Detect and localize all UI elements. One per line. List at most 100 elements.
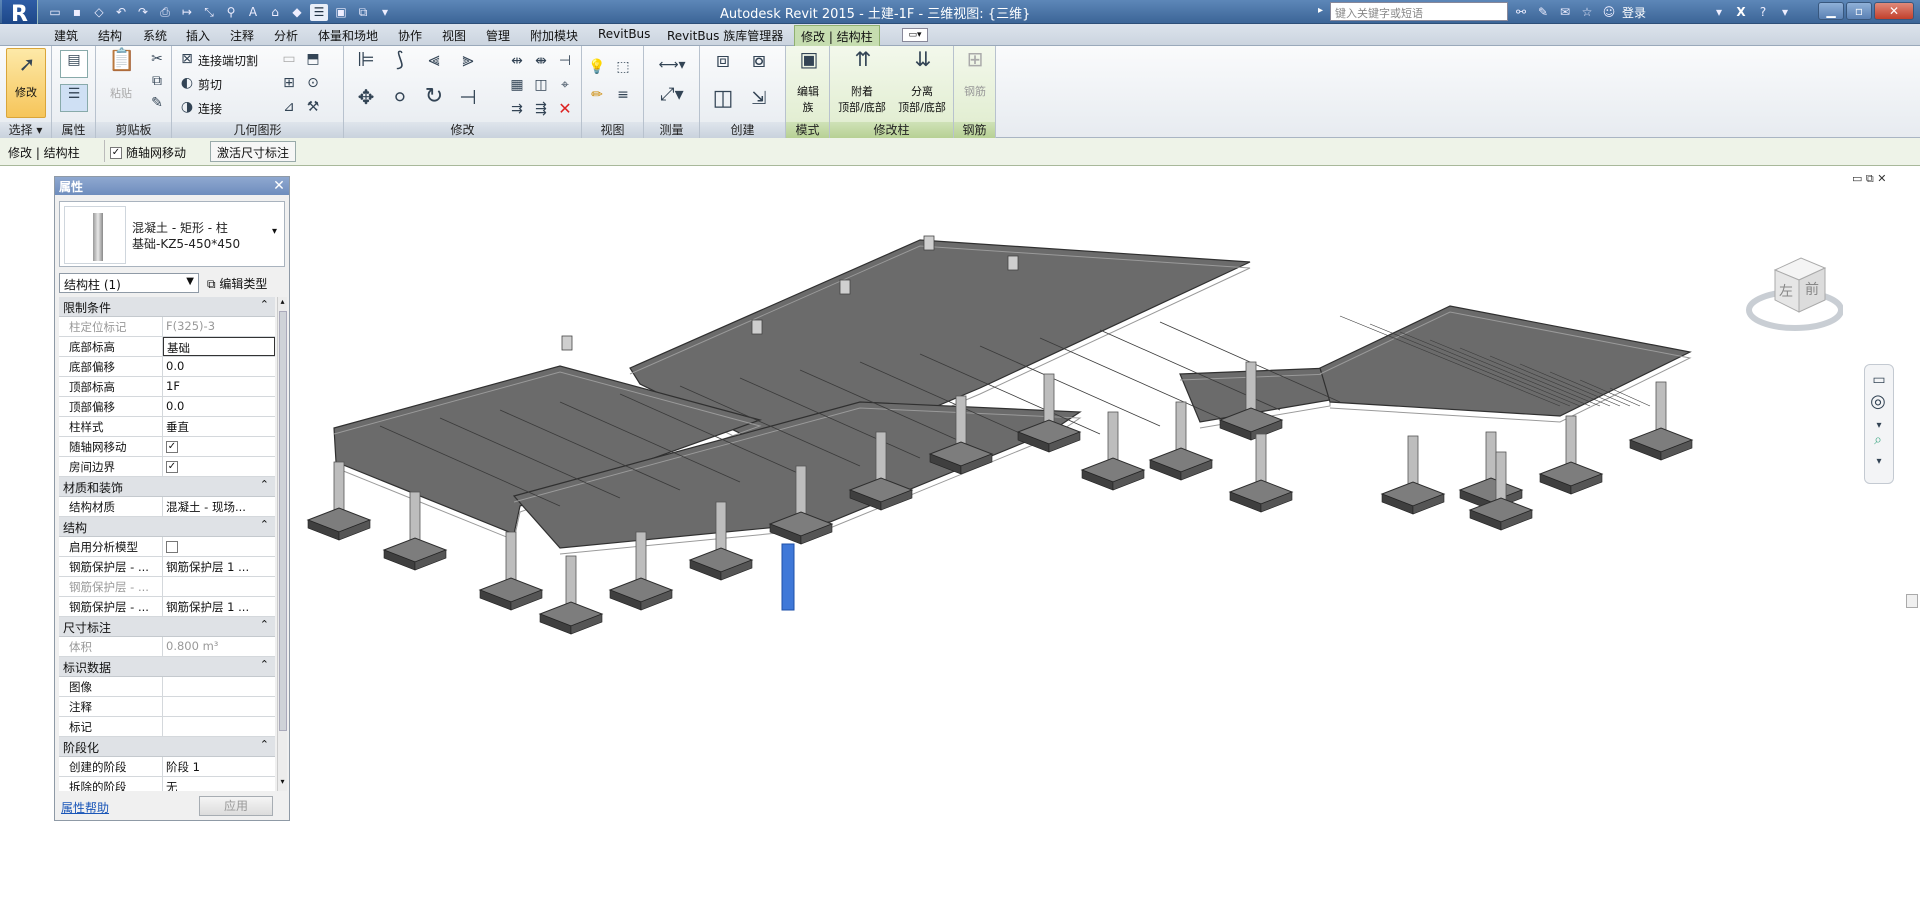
3d-view-icon[interactable]: ⌂	[266, 4, 284, 21]
tab-addins[interactable]: 附加模块	[530, 27, 578, 44]
array-icon[interactable]: ▦	[508, 76, 526, 94]
edit-family-icon[interactable]: ▣	[796, 49, 822, 76]
property-value[interactable]: 基础	[163, 337, 275, 356]
attach-label-1[interactable]: 附着	[832, 84, 892, 100]
exchange-icon[interactable]: X	[1732, 4, 1750, 21]
property-group-header[interactable]: 材质和装饰 ⌃	[59, 477, 275, 497]
join-geometry-label[interactable]: 连接	[198, 100, 222, 117]
trim-extend-icon[interactable]: ⊣	[454, 87, 482, 116]
property-value[interactable]: ✓	[163, 437, 275, 456]
property-value[interactable]: 1F	[163, 377, 275, 396]
property-value[interactable]: 混凝土 - 现场...	[163, 497, 275, 516]
tag-icon[interactable]: ⚲	[222, 4, 240, 21]
communication-icon[interactable]: ✉	[1556, 4, 1574, 21]
tab-architecture[interactable]: 建筑	[54, 27, 78, 44]
search-expand-icon[interactable]: ▸	[1318, 5, 1323, 16]
view-close-icon[interactable]: ✕	[1877, 172, 1886, 185]
trim-single-icon[interactable]: ⇶	[532, 100, 550, 118]
property-value[interactable]: 阶段 1	[163, 757, 275, 776]
customize-qat-icon[interactable]: ▾	[376, 4, 394, 21]
thin-lines-icon[interactable]: ☰	[310, 3, 328, 21]
detach-label-2[interactable]: 顶部/底部	[892, 100, 952, 116]
properties-icon[interactable]: ☰	[60, 84, 88, 112]
cut-join-label[interactable]: 连接端切割	[198, 52, 258, 69]
scroll-down-icon[interactable]: ▾	[278, 777, 287, 789]
aligned-dimension-icon[interactable]: ⤢▾	[652, 86, 692, 104]
property-group-header[interactable]: 尺寸标注 ⌃	[59, 617, 275, 637]
scroll-thumb[interactable]	[279, 311, 287, 731]
apply-button[interactable]: 应用	[199, 796, 273, 816]
split-gap-icon[interactable]: ⇼	[532, 52, 550, 70]
close-window-button[interactable]: ✕	[1874, 2, 1914, 20]
property-checkbox[interactable]: ✓	[166, 441, 178, 453]
property-value[interactable]	[163, 677, 275, 696]
save-icon[interactable]: ▪	[68, 4, 86, 21]
mirror-draw-axis-icon[interactable]: ⫸	[454, 49, 482, 78]
pin-icon[interactable]: ⊣	[556, 52, 574, 70]
help-icon[interactable]: ?	[1754, 4, 1772, 21]
collapse-icon[interactable]: ⌃	[260, 298, 269, 311]
login-link[interactable]: 登录	[1622, 4, 1646, 21]
measure-icon[interactable]: ↦	[178, 4, 196, 21]
collapse-icon[interactable]: ⌃	[260, 518, 269, 531]
measure-between-icon[interactable]: ⟷▾	[652, 56, 692, 74]
property-value[interactable]: 0.0	[163, 357, 275, 376]
binoculars-icon[interactable]: ⚯	[1512, 4, 1530, 21]
hammer-icon[interactable]: ⚒	[304, 98, 322, 116]
linework-icon[interactable]: ✏	[588, 86, 606, 104]
activate-dimensions-button[interactable]: 激活尺寸标注	[210, 141, 297, 162]
cut-geometry-icon[interactable]: ◐	[178, 74, 196, 92]
type-selector[interactable]: 混凝土 - 矩形 - 柱 基础-KZ5-450*450 ▾	[59, 201, 285, 267]
minimize-button[interactable]: ▁	[1818, 2, 1844, 20]
wall-joins-icon[interactable]: ▭	[280, 50, 298, 68]
navbar-close-icon[interactable]: ▭	[1870, 371, 1888, 389]
paste-icon[interactable]: 📋	[108, 50, 135, 78]
edit-type-button[interactable]: ⧉ 编辑类型	[205, 273, 285, 293]
ribbon-minimize-icon[interactable]: ▭▾	[902, 28, 928, 42]
properties-scrollbar[interactable]: ▴ ▾	[277, 297, 287, 791]
collapse-icon[interactable]: ⌃	[260, 478, 269, 491]
detach-label-1[interactable]: 分离	[892, 84, 952, 100]
zoom-dropdown-icon[interactable]: ▾	[1870, 453, 1888, 471]
attach-label-2[interactable]: 顶部/底部	[832, 100, 892, 116]
properties-help-link[interactable]: 属性帮助	[61, 799, 109, 816]
scroll-up-icon[interactable]: ▴	[278, 297, 287, 309]
split-element-icon[interactable]: ⇹	[508, 52, 526, 70]
create-parts-icon[interactable]: ⧇	[744, 50, 774, 82]
move-icon[interactable]: ✥	[352, 87, 380, 116]
favorites-icon[interactable]: ☆	[1578, 4, 1596, 21]
offset-icon[interactable]: ⟆	[386, 49, 414, 78]
property-group-header[interactable]: 标识数据 ⌃	[59, 657, 275, 677]
property-value[interactable]: 钢筋保护层 1 ...	[163, 557, 275, 576]
tab-massing-site[interactable]: 体量和场地	[318, 27, 378, 44]
demolish-icon[interactable]: ⊞	[280, 74, 298, 92]
property-value[interactable]: 无	[163, 777, 275, 791]
property-checkbox[interactable]: ✓	[166, 461, 178, 473]
property-group-header[interactable]: 阶段化 ⌃	[59, 737, 275, 757]
attach-top-base-icon[interactable]: ⇈	[850, 49, 876, 78]
match-properties-icon[interactable]: ✎	[148, 94, 166, 112]
tab-annotate[interactable]: 注释	[230, 27, 254, 44]
help-dropdown-icon[interactable]: ▾	[1776, 4, 1794, 21]
tab-collaborate[interactable]: 协作	[398, 27, 422, 44]
property-value[interactable]: 钢筋保护层 1 ...	[163, 597, 275, 616]
undo-icon[interactable]: ↶	[112, 4, 130, 21]
properties-title[interactable]: 属性	[55, 177, 289, 195]
property-value[interactable]	[163, 537, 275, 556]
create-similar-icon[interactable]: ⇲	[744, 90, 774, 120]
search-input[interactable]: 键入关键字或短语	[1330, 2, 1508, 21]
property-group-header[interactable]: 限制条件 ⌃	[59, 297, 275, 317]
paint-icon[interactable]: ⊙	[304, 74, 322, 92]
property-checkbox[interactable]	[166, 541, 178, 553]
open-icon[interactable]: ▭	[46, 4, 64, 21]
split-face-icon[interactable]: ⬒	[304, 50, 322, 68]
subscription-icon[interactable]: ✎	[1534, 4, 1552, 21]
tab-revitbus-family-manager[interactable]: RevitBus 族库管理器	[667, 27, 783, 44]
tab-systems[interactable]: 系统	[143, 27, 167, 44]
sync-icon[interactable]: ◇	[90, 4, 108, 21]
close-icon[interactable]: ✕	[271, 177, 287, 195]
tab-structure[interactable]: 结构	[98, 27, 122, 44]
wall-opening-icon[interactable]: ⊿	[280, 98, 298, 116]
restore-button[interactable]: ▫	[1846, 2, 1872, 20]
viewcube[interactable]: 左 前	[1745, 248, 1843, 338]
